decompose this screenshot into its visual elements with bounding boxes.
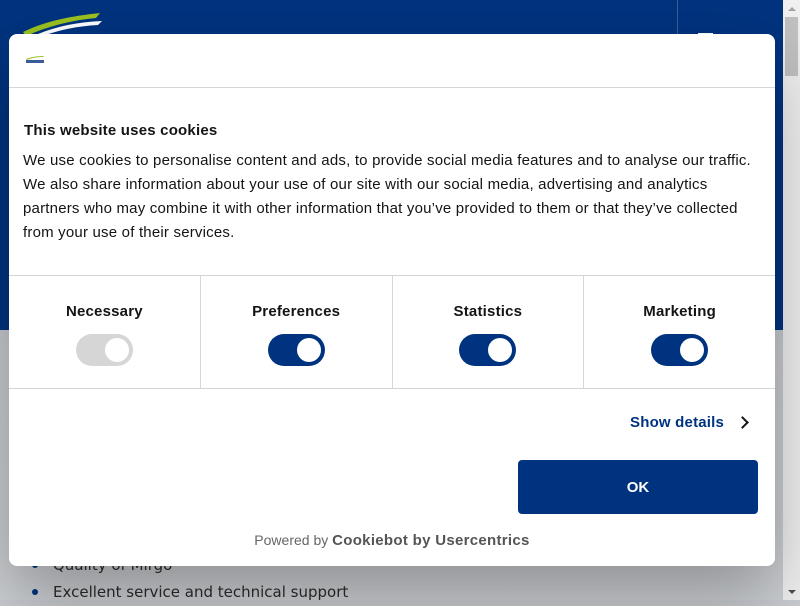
cookie-consent-dialog: This website uses cookies We use cookies… [9, 34, 775, 566]
page-scrollbar[interactable] [783, 0, 800, 600]
category-label: Marketing [643, 303, 716, 320]
chevron-right-icon [736, 416, 749, 429]
scroll-thumb[interactable] [785, 17, 798, 76]
dialog-header [9, 34, 775, 88]
scroll-down-button[interactable] [783, 583, 800, 600]
consent-categories: Necessary Preferences Statistics Marketi… [9, 275, 775, 389]
company-logo [26, 56, 44, 63]
scroll-up-button[interactable] [783, 0, 800, 17]
list-item: Excellent service and technical support [32, 578, 348, 606]
necessary-toggle [75, 334, 133, 366]
arrow-up-icon [787, 6, 796, 11]
ok-button[interactable]: OK [518, 460, 758, 514]
marketing-toggle[interactable] [651, 334, 709, 366]
dialog-description: We use cookies to personalise content an… [23, 152, 751, 241]
category-statistics: Statistics [393, 276, 585, 388]
category-necessary: Necessary [9, 276, 201, 388]
bullet-icon [32, 589, 38, 595]
dialog-title: This website uses cookies [24, 122, 218, 139]
category-marketing: Marketing [584, 276, 775, 388]
toggle-knob [104, 338, 129, 362]
category-label: Preferences [252, 303, 341, 320]
toggle-knob [296, 338, 321, 362]
arrow-down-icon [787, 589, 796, 594]
category-label: Statistics [453, 303, 523, 320]
header-divider [677, 0, 678, 34]
preferences-toggle[interactable] [267, 334, 325, 366]
statistics-toggle[interactable] [459, 334, 517, 366]
category-preferences: Preferences [201, 276, 393, 388]
toggle-knob [680, 338, 705, 362]
cookiebot-link[interactable]: Cookiebot by Usercentrics [332, 532, 530, 549]
category-label: Necessary [65, 303, 143, 320]
toggle-knob [488, 338, 513, 362]
powered-by: Powered by Cookiebot by Usercentrics [9, 532, 775, 549]
show-details-label: Show details [630, 414, 725, 431]
powered-by-prefix: Powered by [254, 532, 329, 548]
show-details-link[interactable]: Show details [630, 414, 749, 431]
